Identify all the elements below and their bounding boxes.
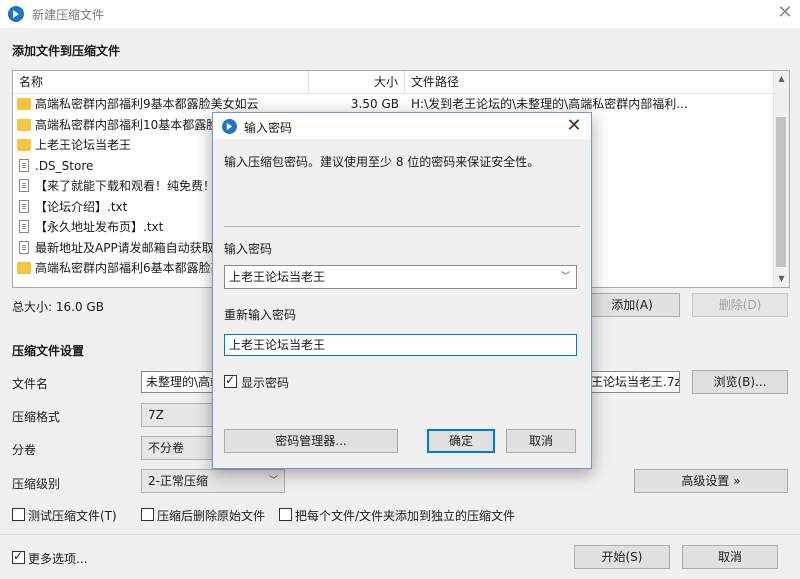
browse-button[interactable]: 浏览(B)... [692, 370, 788, 394]
format-select[interactable]: 7Z [141, 403, 221, 427]
start-button[interactable]: 开始(S) [574, 545, 670, 569]
level-label: 压缩级别 [12, 477, 61, 491]
test-archive-checkbox[interactable] [12, 508, 25, 521]
file-icon [19, 220, 29, 233]
add-button[interactable]: 添加(A) [584, 293, 680, 317]
level-value: 2-正常压缩 [148, 474, 208, 488]
dialog-cancel-button[interactable]: 取消 [506, 429, 576, 453]
password-dialog: 输入密码 ✕ 输入压缩包密码。建议使用至少 8 位的密码来保证安全性。 输入密码… [212, 112, 592, 469]
column-name-header[interactable]: 名称 [13, 71, 309, 93]
file-icon [19, 158, 29, 172]
filename-field-left[interactable]: 未整理的\高端 [141, 371, 221, 393]
show-password-checkbox[interactable] [224, 373, 237, 388]
confirm-password-input[interactable]: 上老王论坛当老王 [224, 334, 577, 356]
format-value: 7Z [148, 408, 164, 422]
confirm-password-label: 重新输入密码 [224, 308, 297, 322]
more-options-label: 更多选项... [28, 552, 88, 566]
password-input[interactable]: 上老王论坛当老王 ﹀ [224, 265, 577, 289]
list-header: 名称 大小 文件路径 [13, 71, 773, 94]
filename-label: 文件名 [12, 377, 49, 391]
filename-field-right[interactable]: 王论坛当老王.7z [586, 371, 680, 393]
folder-icon [17, 118, 31, 131]
separate-archives-label: 把每个文件/文件夹添加到独立的压缩文件 [295, 509, 516, 523]
folder-icon [17, 139, 31, 151]
file-icon [19, 240, 29, 254]
vertical-scrollbar[interactable]: ▲ ▼ [773, 71, 789, 287]
chevron-down-icon[interactable]: ﹀ [561, 266, 570, 288]
delete-original-label: 压缩后删除原始文件 [157, 509, 266, 523]
chevron-down-icon: ﹀ [268, 476, 278, 486]
total-size-label: 总大小: 16.0 GB [12, 300, 104, 314]
advanced-settings-button[interactable]: 高级设置 » [634, 469, 788, 493]
app-logo-icon [222, 119, 237, 134]
ok-button[interactable]: 确定 [427, 429, 495, 453]
separate-archives-checkbox[interactable] [279, 508, 292, 521]
column-path-header[interactable]: 文件路径 [405, 71, 773, 93]
scroll-down-icon[interactable]: ▼ [774, 271, 789, 287]
password-manager-button[interactable]: 密码管理器... [224, 429, 398, 453]
divider [224, 226, 580, 227]
format-label: 压缩格式 [12, 410, 61, 424]
dialog-title: 输入密码 [244, 121, 293, 135]
more-options-checkbox[interactable] [12, 549, 25, 564]
scroll-thumb[interactable] [776, 117, 786, 267]
folder-icon [17, 98, 31, 110]
title-bar [0, 0, 800, 28]
volume-select[interactable]: 不分卷 [141, 436, 221, 460]
file-icon [19, 179, 29, 192]
add-files-heading: 添加文件到压缩文件 [12, 44, 121, 58]
column-size-header[interactable]: 大小 [309, 71, 405, 93]
password-hint: 输入压缩包密码。建议使用至少 8 位的密码来保证安全性。 [224, 155, 540, 169]
delete-original-checkbox[interactable] [141, 508, 154, 521]
delete-button[interactable]: 删除(D) [692, 293, 788, 317]
password-label: 输入密码 [224, 242, 273, 256]
volume-label: 分卷 [12, 443, 37, 457]
level-select[interactable]: 2-正常压缩 ﹀ [141, 469, 285, 493]
settings-heading: 压缩文件设置 [12, 344, 85, 358]
file-icon [19, 199, 29, 213]
test-archive-label: 测试压缩文件(T) [28, 509, 117, 523]
show-password-label: 显示密码 [241, 376, 290, 390]
cancel-button[interactable]: 取消 [682, 545, 778, 569]
close-icon[interactable]: ✕ [563, 115, 585, 137]
folder-icon [17, 262, 31, 274]
volume-value: 不分卷 [148, 441, 185, 455]
password-value: 上老王论坛当老王 [229, 270, 326, 284]
app-logo-icon [8, 6, 24, 22]
scroll-up-icon[interactable]: ▲ [774, 71, 789, 87]
close-icon[interactable]: ✕ [772, 1, 798, 25]
divider [0, 534, 800, 535]
window-title: 新建压缩文件 [32, 8, 105, 22]
